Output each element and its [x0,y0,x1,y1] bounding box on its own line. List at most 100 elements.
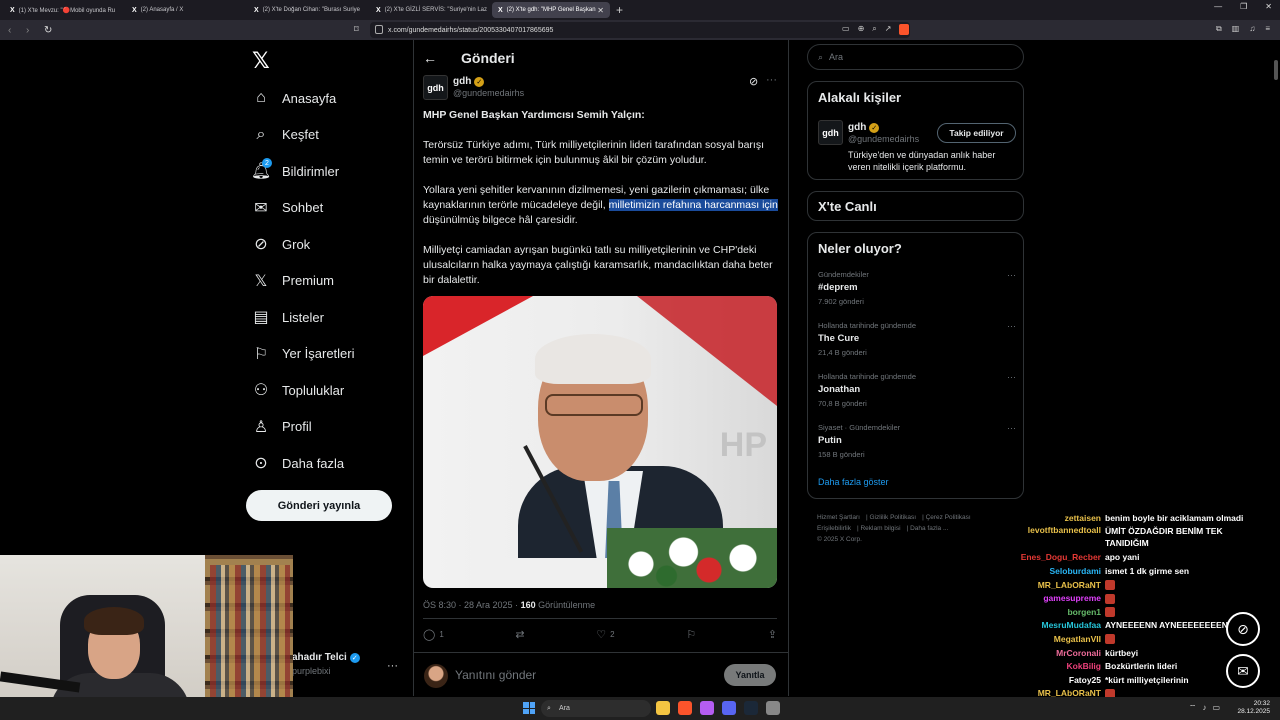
reply-button[interactable]: ◯ 1 [423,628,444,641]
browser-tab-active[interactable]: X (2) X'te gdh: "MHP Genel Başkan ✕ [492,2,610,18]
author-handle[interactable]: @gundemedairhs [453,88,524,98]
x-logo-icon[interactable]: 𝕏 [252,48,270,74]
sidebar-icon[interactable]: ▥ [1232,24,1240,34]
nav-item-more[interactable]: ⊙ Daha fazla [250,445,355,482]
url-field[interactable]: x.com/gundemedairhs/status/2005330407017… [370,22,910,38]
footer-link[interactable]: Çerez Politikası [926,514,971,521]
reload-icon[interactable]: ↻ [44,25,54,36]
author-avatar[interactable]: gdh [423,75,448,100]
brave-browser-icon[interactable] [678,701,692,715]
more-horizontal-icon[interactable]: ··· [1007,423,1016,433]
account-switcher[interactable]: ahadır Telci ✓ purplebixi ··· [292,652,404,688]
like-button[interactable]: ♡ 2 [596,628,614,641]
related-name-row[interactable]: gdh ✓ [848,122,880,133]
scrollbar[interactable] [1274,42,1278,692]
trend-item[interactable]: Hollanda tarihinde gündemde Jonathan 70,… [818,372,1016,408]
nav-item-explore[interactable]: ⌕ Keşfet [250,117,355,154]
maximize-icon[interactable]: ❐ [1240,2,1247,11]
footer-link[interactable]: Erişilebilirlik [817,525,851,532]
more-horizontal-icon[interactable]: ··· [1007,270,1016,280]
footer-link[interactable]: Daha fazla ... [910,525,948,532]
chat-username[interactable]: MesruMudafaa [1010,620,1105,630]
nav-item-chat[interactable]: ✉ Sohbet [250,190,355,227]
reply-input[interactable]: Yanıtını gönder [455,668,536,682]
close-window-icon[interactable]: ✕ [1265,2,1272,11]
discord-icon[interactable] [722,701,736,715]
reply-submit-button[interactable]: Yanıtla [724,664,776,686]
wifi-icon[interactable]: ⌔ [1189,703,1197,713]
file-explorer-icon[interactable] [656,701,670,715]
footer-link[interactable]: Gizlilik Politikası [869,514,916,521]
nav-item-communities[interactable]: ⚇ Topluluklar [250,372,355,409]
related-handle[interactable]: @gundemedairhs [848,134,919,144]
search-page-icon[interactable]: ⌕ [872,24,876,35]
battery-icon[interactable]: ▭ [1212,703,1220,713]
chat-username[interactable]: KokBilig [1010,661,1105,671]
chat-username[interactable]: Fatoy25 [1010,675,1105,685]
taskbar-search[interactable]: ⌕ Ara [541,700,651,717]
repost-button[interactable]: ⇄ [515,628,524,641]
trend-item[interactable]: Siyaset · Gündemdekiler Putin 158 B gönd… [818,423,1016,459]
close-tab-icon[interactable]: ✕ [597,6,604,15]
footer-link[interactable]: Hizmet Şartları [817,514,860,521]
chat-username[interactable]: MR_LAbORaNT [1010,580,1105,590]
zoom-icon[interactable]: ⊕ [858,24,865,35]
taskbar-clock[interactable]: 20:32 28.12.2025 [1237,700,1270,716]
nav-item-profile[interactable]: ♙ Profil [250,409,355,446]
bookmark-page-icon[interactable]: ⌑ [354,24,359,35]
extensions-icon[interactable]: ⧉ [1216,24,1222,34]
chat-username[interactable]: MegatlanVII [1010,634,1105,644]
chat-username[interactable]: MrCoronali [1010,648,1105,658]
twitch-icon[interactable] [700,701,714,715]
chat-username[interactable]: gamesupreme [1010,593,1105,603]
chat-username[interactable]: levotftbannedtoall [1010,525,1105,535]
grok-icon[interactable]: ⊘ [749,75,758,88]
related-avatar[interactable]: gdh [818,120,843,145]
site-info-icon[interactable] [375,25,383,34]
nav-item-home[interactable]: ⌂ Anasayfa [250,80,355,117]
nav-item-grok[interactable]: ⊘ Grok [250,226,355,263]
chat-username[interactable]: zettaisen [1010,513,1105,523]
browser-tab[interactable]: X (1) X'te Mevzu: "🔴Mobil oyunda Ru [4,2,122,18]
messages-float-icon[interactable]: ✉ [1226,654,1260,688]
menu-icon[interactable]: ≡ [1265,24,1270,34]
browser-tab[interactable]: X (2) X'te GİZLİ SERVİS: "Suriye'nin Laz [370,2,488,18]
post-time[interactable]: ÖS 8:30 · 28 Ara 2025 · [423,600,521,610]
browser-tab[interactable]: X (2) Anasayfa / X [126,2,244,18]
post-button[interactable]: Gönderi yayınla [246,490,392,521]
minimize-icon[interactable]: — [1214,2,1222,11]
chat-username[interactable]: Enes_Dogu_Recber [1010,552,1105,562]
author-name-row[interactable]: gdh ✓ [453,76,485,87]
more-horizontal-icon[interactable]: ··· [387,660,398,672]
back-arrow-icon[interactable]: ← [423,50,437,66]
steam-icon[interactable] [744,701,758,715]
nav-item-bookmarks[interactable]: ⚐ Yer İşaretleri [250,336,355,373]
more-horizontal-icon[interactable]: ··· [766,74,777,86]
screen-icon[interactable]: ▭ [842,24,850,35]
nav-item-notifications[interactable]: 🔔︎ 2 Bildirimler [250,153,355,190]
post-image[interactable]: HP [423,296,777,588]
bookmark-button[interactable]: ⚐ [686,628,696,641]
new-tab-icon[interactable]: + [616,3,623,17]
music-icon[interactable]: ♫ [1249,24,1255,34]
chat-username[interactable]: borgen1 [1010,607,1105,617]
trend-item[interactable]: Hollanda tarihinde gündemde The Cure 21,… [818,321,1016,357]
nav-item-lists[interactable]: ▤ Listeler [250,299,355,336]
browser-tab[interactable]: X (2) X'te Doğan Cihan: "Burası Suriye [248,2,366,18]
share-icon[interactable]: ↗ [885,24,892,35]
nav-item-premium[interactable]: 𝕏 Premium [250,263,355,300]
more-horizontal-icon[interactable]: ··· [1007,321,1016,331]
app-icon[interactable] [766,701,780,715]
forward-icon[interactable]: › [26,25,36,36]
grok-float-icon[interactable]: ⊘ [1226,612,1260,646]
show-more-link[interactable]: Daha fazla göster [818,477,889,487]
brave-shield-icon[interactable] [899,24,910,35]
chat-username[interactable]: Seloburdami [1010,566,1105,576]
following-button[interactable]: Takip ediliyor [937,123,1016,143]
more-horizontal-icon[interactable]: ··· [1007,372,1016,382]
windows-start-icon[interactable] [523,702,535,714]
back-icon[interactable]: ‹ [8,25,18,36]
share-button[interactable]: ⇪ [768,628,777,641]
footer-link[interactable]: Reklam bilgisi [860,525,900,532]
trend-item[interactable]: Gündemdekiler #deprem 7.902 gönderi ··· [818,270,1016,306]
